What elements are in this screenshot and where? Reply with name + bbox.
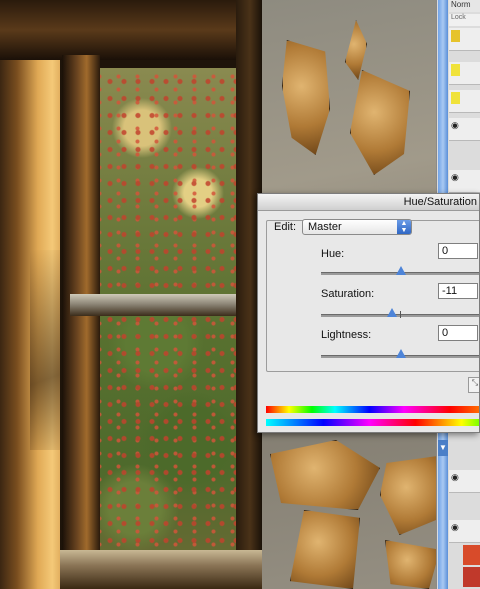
- edit-label: Edit:: [274, 221, 297, 233]
- hue-label: Hue:: [321, 248, 345, 260]
- layer-thumbnail: [463, 567, 480, 587]
- layer-row[interactable]: ◉: [449, 520, 480, 543]
- dialog-title[interactable]: Hue/Saturation: [258, 194, 479, 211]
- layer-row[interactable]: [449, 62, 480, 85]
- layer-row[interactable]: ◉: [449, 470, 480, 493]
- photo-berries: [100, 68, 240, 568]
- saturation-slider-thumb[interactable]: [387, 308, 398, 317]
- saturation-center-tick: [400, 311, 401, 318]
- scroll-down-arrow-icon[interactable]: ▼: [438, 440, 448, 456]
- hue-saturation-dialog: Hue/Saturation Edit: Master ▲ ▼ Hue: 0 Sa…: [257, 193, 480, 433]
- hue-slider-thumb[interactable]: [396, 266, 406, 275]
- saturation-field[interactable]: -11: [438, 283, 478, 299]
- lightness-slider-thumb[interactable]: [396, 349, 406, 358]
- eye-icon[interactable]: ◉: [451, 472, 459, 482]
- select-arrow-icon: ▲ ▼: [397, 220, 411, 234]
- lightness-field[interactable]: 0: [438, 325, 478, 341]
- hue-field[interactable]: 0: [438, 243, 478, 259]
- photo-window-sill: [60, 550, 265, 589]
- photo-frame-top: [0, 0, 265, 60]
- edit-channel-select[interactable]: Master ▲ ▼: [302, 219, 412, 235]
- blend-mode-label[interactable]: Norm: [449, 0, 480, 12]
- layer-row[interactable]: [449, 28, 480, 51]
- layer-swatch: [451, 64, 460, 76]
- lock-label: Lock: [449, 14, 480, 26]
- expand-icon[interactable]: ⤡: [468, 377, 479, 393]
- layer-thumbnail: [463, 545, 480, 565]
- photo-sash-bar: [70, 294, 240, 316]
- layer-row[interactable]: ◉: [449, 118, 480, 141]
- edit-channel-value: Master: [308, 221, 342, 233]
- layer-row[interactable]: ◉: [449, 170, 480, 193]
- result-color-bar: [266, 419, 479, 426]
- layer-row[interactable]: [449, 90, 480, 113]
- eye-icon[interactable]: ◉: [451, 522, 459, 532]
- lightness-label: Lightness:: [321, 329, 372, 341]
- source-color-bar: [266, 406, 479, 413]
- eye-icon[interactable]: ◉: [451, 120, 459, 130]
- layer-swatch: [451, 30, 460, 42]
- eye-icon[interactable]: ◉: [451, 172, 459, 182]
- saturation-label: Saturation:: [321, 288, 375, 300]
- layer-swatch: [451, 92, 460, 104]
